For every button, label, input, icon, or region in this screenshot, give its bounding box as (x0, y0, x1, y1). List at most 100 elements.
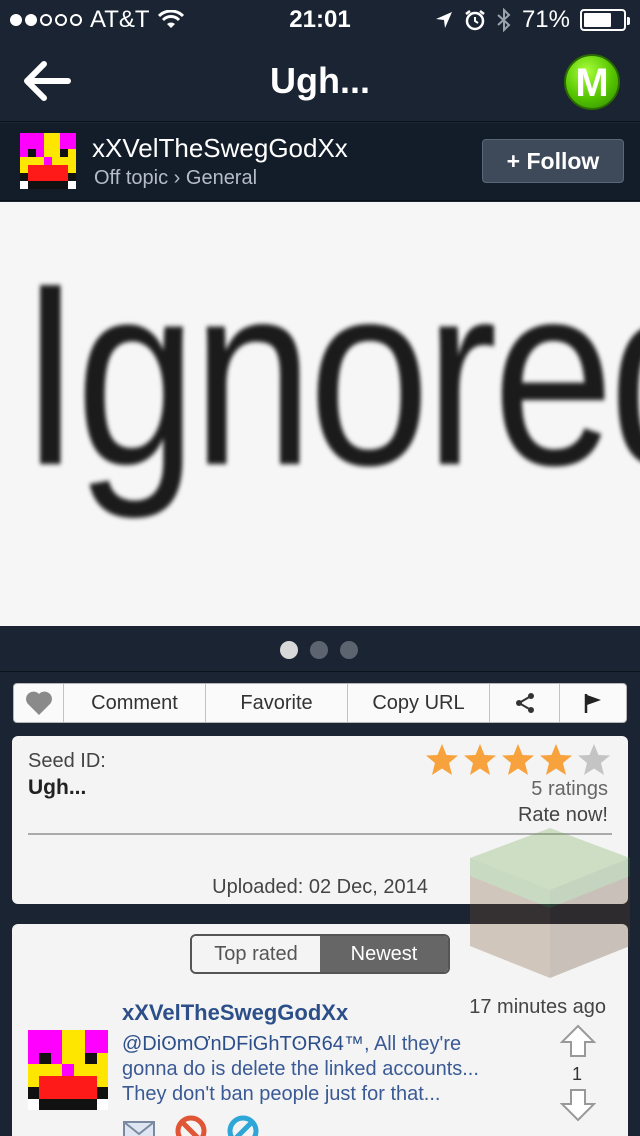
alarm-icon (465, 10, 485, 31)
share-button[interactable] (490, 684, 560, 722)
star-rating[interactable] (424, 742, 612, 778)
status-right: 71% (434, 6, 630, 34)
app-logo-icon[interactable]: M (564, 54, 620, 110)
star-icon[interactable] (462, 742, 498, 778)
bluetooth-icon (497, 8, 511, 32)
comment-score: 1 (572, 1064, 583, 1084)
avatar-pixel (50, 1041, 63, 1053)
avatar-pixel (85, 1098, 97, 1110)
avatar-pixel (96, 1064, 108, 1076)
follow-button[interactable]: + Follow (482, 139, 624, 183)
avatar-pixel (44, 181, 52, 189)
avatar-pixel (68, 181, 76, 189)
avatar-pixel (44, 165, 52, 173)
avatar-pixel (62, 1052, 74, 1065)
avatar-pixel (39, 1087, 51, 1099)
avatar-pixel (96, 1030, 108, 1042)
avatar-pixel (28, 1064, 40, 1076)
avatar-pixel (36, 173, 44, 181)
upvote-arrow-icon[interactable] (560, 1024, 596, 1058)
author-avatar[interactable] (20, 133, 76, 189)
avatar-pixel (39, 1052, 51, 1065)
message-icon[interactable] (122, 1114, 156, 1136)
status-bar: AT&T 21:01 71% (0, 0, 640, 40)
favorite-button[interactable]: Favorite (206, 684, 348, 722)
avatar-pixel (73, 1098, 86, 1110)
category-breadcrumb[interactable]: Off topic › General (94, 167, 257, 190)
avatar-pixel (73, 1052, 86, 1065)
avatar-pixel (28, 1041, 40, 1053)
avatar-pixel (36, 157, 44, 165)
commenter-name[interactable]: xXVelTheSwegGodXx (122, 1000, 348, 1026)
avatar-pixel (44, 173, 52, 181)
avatar-pixel (52, 173, 60, 181)
tab-top-rated[interactable]: Top rated (192, 936, 320, 972)
author-name[interactable]: xXVelTheSwegGodXx (92, 133, 348, 164)
page-title: Ugh... (270, 60, 370, 101)
avatar-pixel (50, 1064, 63, 1076)
comment-button[interactable]: Comment (64, 684, 206, 722)
comment-mention[interactable]: @DiʘmƠnDFiGhTʘR64™ (122, 1033, 364, 1055)
page-dot[interactable] (280, 641, 298, 659)
avatar-pixel (50, 1087, 63, 1099)
ignore-icon[interactable] (226, 1114, 260, 1136)
avatar-pixel (28, 1030, 40, 1042)
avatar-pixel (96, 1041, 108, 1053)
commenter-avatar[interactable] (28, 1030, 108, 1110)
post-image-text: Ignored (20, 230, 640, 520)
avatar-pixel (52, 141, 60, 149)
like-button[interactable] (14, 684, 64, 722)
avatar-pixel (36, 165, 44, 173)
copy-url-button[interactable]: Copy URL (348, 684, 490, 722)
avatar-pixel (20, 141, 28, 149)
avatar-pixel (96, 1087, 108, 1099)
avatar-pixel (36, 149, 44, 157)
avatar-pixel (85, 1030, 97, 1042)
block-icon[interactable] (174, 1114, 208, 1136)
avatar-pixel (96, 1075, 108, 1088)
seed-id-value: Ugh... (28, 776, 87, 799)
avatar-pixel (62, 1075, 74, 1088)
star-icon[interactable] (576, 742, 612, 778)
action-bar: Comment Favorite Copy URL (13, 683, 627, 723)
heart-icon (25, 691, 52, 715)
comment-sort-tabs: Top rated Newest (190, 934, 450, 974)
avatar-pixel (85, 1075, 97, 1088)
avatar-pixel (44, 141, 52, 149)
avatar-pixel (20, 149, 28, 157)
page-indicator[interactable] (280, 641, 358, 659)
avatar-pixel (20, 165, 28, 173)
tab-newest[interactable]: Newest (320, 936, 448, 972)
ratings-count: 5 ratings (531, 778, 608, 800)
page-dot[interactable] (310, 641, 328, 659)
avatar-pixel (62, 1064, 74, 1076)
battery-level (584, 13, 611, 27)
author-bar: xXVelTheSwegGodXx Off topic › General + … (0, 123, 640, 201)
comment-text: @DiʘmƠnDFiGhTʘR64™, All they're gonna do… (122, 1032, 522, 1107)
downvote-arrow-icon[interactable] (560, 1088, 596, 1122)
avatar-pixel (60, 181, 68, 189)
page-dot[interactable] (340, 641, 358, 659)
avatar-pixel (85, 1041, 97, 1053)
report-button[interactable] (560, 684, 626, 722)
star-icon[interactable] (538, 742, 574, 778)
avatar-pixel (20, 133, 28, 141)
star-icon[interactable] (500, 742, 536, 778)
avatar-pixel (28, 165, 36, 173)
post-image[interactable]: Ignored (0, 202, 640, 626)
avatar-pixel (44, 149, 52, 157)
avatar-pixel (28, 1052, 40, 1065)
avatar-pixel (68, 173, 76, 181)
avatar-pixel (85, 1052, 97, 1065)
avatar-pixel (60, 149, 68, 157)
avatar-pixel (60, 141, 68, 149)
avatar-pixel (60, 165, 68, 173)
avatar-pixel (36, 181, 44, 189)
avatar-pixel (73, 1087, 86, 1099)
comment-time: 17 minutes ago (469, 996, 606, 1018)
avatar-pixel (28, 149, 36, 157)
navigation-bar: Ugh... M (0, 40, 640, 122)
rate-now-link[interactable]: Rate now! (518, 804, 608, 827)
star-icon[interactable] (424, 742, 460, 778)
avatar-pixel (62, 1098, 74, 1110)
